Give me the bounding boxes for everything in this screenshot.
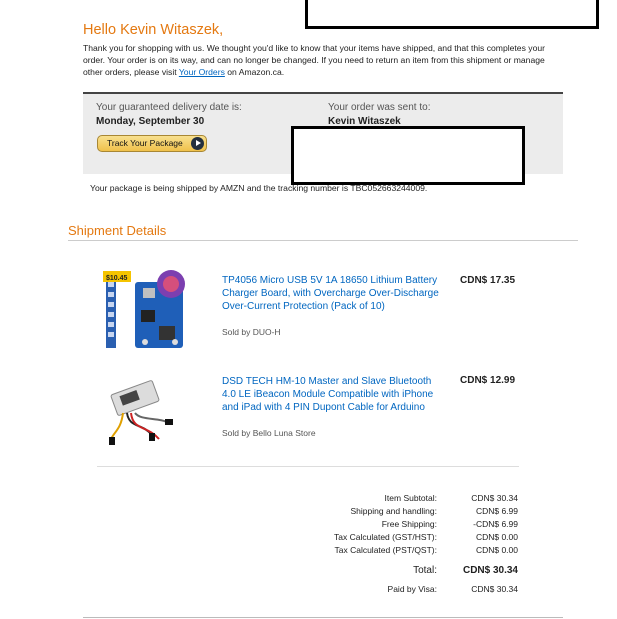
- summary-value: CDN$ 6.99: [475, 506, 518, 516]
- total-value: CDN$ 30.34: [462, 565, 518, 576]
- summary-value: CDN$ 0.00: [475, 545, 518, 555]
- price-tag: $10.45: [106, 275, 128, 282]
- items-divider: [97, 466, 519, 467]
- intro-paragraph: Thank you for shopping with us. We thoug…: [83, 42, 563, 78]
- item-seller-2: Sold by Bello Luna Store: [222, 428, 316, 438]
- summary-value: CDN$ 30.34: [471, 493, 518, 503]
- bottom-divider: [83, 617, 563, 618]
- summary-label: Free Shipping:: [381, 519, 437, 529]
- item-title-2[interactable]: DSD TECH HM-10 Master and Slave Bluetoot…: [222, 375, 442, 414]
- paid-label: Paid by Visa:: [387, 584, 437, 594]
- paid-value: CDN$ 30.34: [471, 584, 518, 594]
- your-orders-link[interactable]: Your Orders: [179, 67, 225, 77]
- summary-label: Tax Calculated (GST/HST):: [334, 532, 437, 542]
- item-price-1: CDN$ 17.35: [460, 275, 516, 286]
- track-package-button[interactable]: Track Your Package: [97, 135, 207, 152]
- summary-value: -CDN$ 6.99: [473, 519, 518, 529]
- track-package-label: Track Your Package: [107, 138, 183, 148]
- summary-label: Item Subtotal:: [384, 493, 437, 503]
- delivery-date-label: Your guaranteed delivery date is:: [96, 102, 242, 113]
- item-seller-1: Sold by DUO-H: [222, 327, 281, 337]
- charger-board-image[interactable]: $10.45: [103, 268, 190, 352]
- delivery-date-value: Monday, September 30: [96, 116, 205, 127]
- redaction-box-top: [305, 0, 599, 29]
- intro-text-end: on Amazon.ca.: [224, 67, 285, 77]
- redaction-box-address: [291, 126, 525, 185]
- summary-label: Shipping and handling:: [350, 506, 438, 516]
- item-title-1[interactable]: TP4056 Micro USB 5V 1A 18650 Lithium Bat…: [222, 274, 442, 313]
- shipping-note: Your package is being shipped by AMZN an…: [90, 183, 428, 193]
- summary-label: Tax Calculated (PST/QST):: [334, 545, 437, 555]
- bluetooth-module-image[interactable]: [107, 373, 175, 445]
- summary-value: CDN$ 0.00: [475, 532, 518, 542]
- item-price-2: CDN$ 12.99: [460, 375, 516, 386]
- battery-cells-icon: [106, 278, 116, 348]
- total-label: Total:: [413, 565, 437, 576]
- section-divider: [68, 240, 578, 241]
- sent-to-label: Your order was sent to:: [328, 102, 431, 113]
- intro-text: Thank you for shopping with us. We thoug…: [83, 43, 545, 77]
- greeting-heading: Hello Kevin Witaszek,: [83, 22, 224, 38]
- play-arrow-icon: [191, 137, 204, 150]
- section-title: Shipment Details: [68, 223, 167, 238]
